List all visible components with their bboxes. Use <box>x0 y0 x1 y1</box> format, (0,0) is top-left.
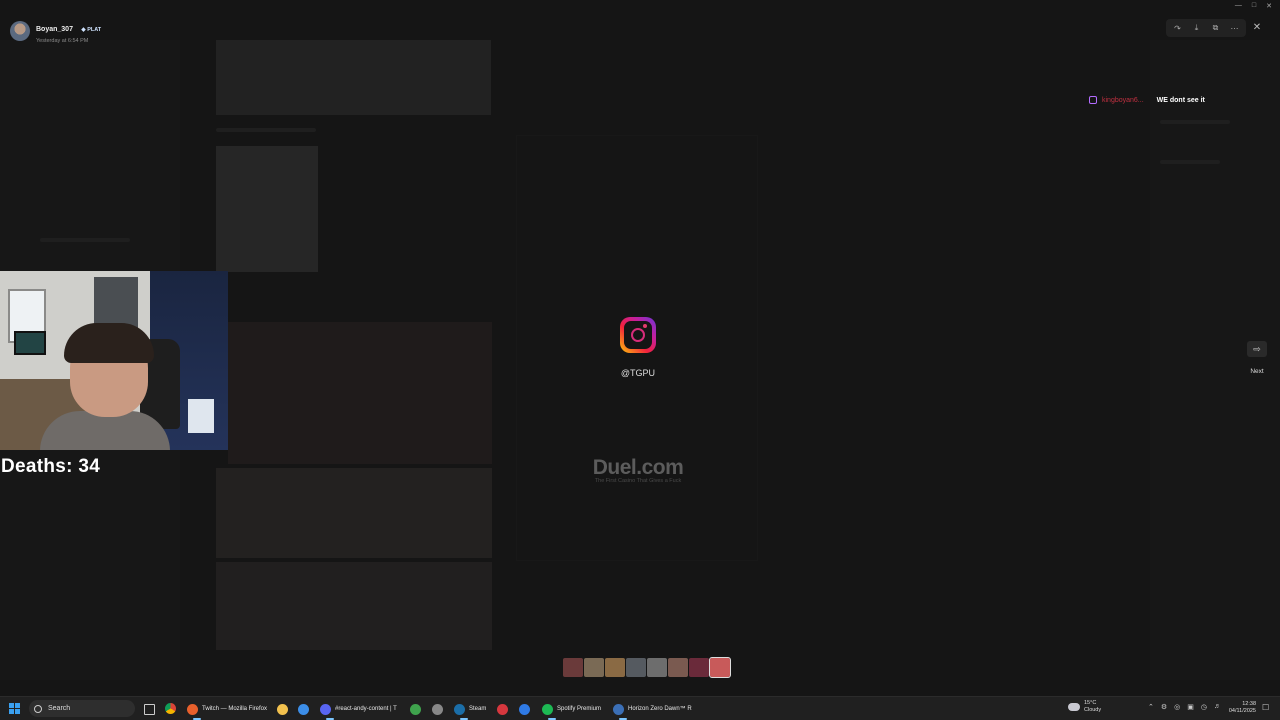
taskbar-clock[interactable]: 12:38 04/11/2025 <box>1222 701 1256 715</box>
taskbar-app[interactable]: Twitch — Mozilla Firefox <box>187 701 268 720</box>
window-close-icon[interactable]: ✕ <box>1266 2 1272 10</box>
deaths-counter: Deaths: 34 <box>1 456 101 477</box>
uploader-name[interactable]: Boyan_307 <box>36 26 73 33</box>
chat-username: kingboyan6... <box>1102 96 1144 104</box>
search-icon <box>34 704 42 713</box>
backdrop-image <box>216 40 491 115</box>
backdrop-text-line <box>40 238 130 242</box>
plat-badge-label: PLAT <box>87 27 102 33</box>
more-icon[interactable]: ⋯ <box>1226 21 1243 35</box>
close-icon[interactable]: ✕ <box>1250 20 1264 34</box>
microphone-icon[interactable]: ◎ <box>1174 703 1180 711</box>
watermark-subtitle: The First Casino That Gives a Fuck <box>594 478 682 484</box>
system-tray: ⌃ ⚙ ◎ ▣ ◷ ♬ <box>1148 703 1221 711</box>
windows-start-icon[interactable] <box>9 703 20 714</box>
filmstrip-thumbnail[interactable] <box>584 658 604 677</box>
plat-badge: ◆ PLAT <box>81 27 102 33</box>
app-icon <box>298 703 309 715</box>
taskbar-app[interactable] <box>497 701 512 717</box>
app-icon <box>454 703 465 715</box>
taskbar-app[interactable]: #react-andy-content | T <box>320 701 397 720</box>
instagram-handle: @TGPU <box>620 368 656 378</box>
backdrop-text-line <box>1160 120 1230 124</box>
app-icon <box>187 703 198 715</box>
media-toolbar: ↷ ⤓ ⧉ ⋯ <box>1166 19 1246 37</box>
app-icon <box>410 703 421 715</box>
chrome-icon[interactable] <box>165 703 176 714</box>
backdrop-image <box>228 322 492 464</box>
app-icon <box>277 703 288 715</box>
filmstrip-thumbnail[interactable] <box>668 658 688 677</box>
taskbar-app[interactable] <box>298 701 313 717</box>
clock-time: 12:38 <box>1242 701 1256 707</box>
app-icon <box>320 703 331 715</box>
taskbar-app[interactable] <box>432 701 447 717</box>
filmstrip-thumbnail[interactable] <box>689 658 709 677</box>
backdrop-right-panel <box>1150 40 1280 680</box>
forward-icon[interactable]: ↷ <box>1169 21 1186 35</box>
chevron-up-icon[interactable]: ⌃ <box>1148 703 1154 711</box>
network-icon[interactable]: ◷ <box>1201 703 1207 711</box>
backdrop-text-line <box>216 128 316 132</box>
maximize-icon[interactable]: □ <box>1252 2 1256 10</box>
filmstrip <box>563 657 731 678</box>
notification-icon[interactable]: ☐ <box>1262 703 1269 712</box>
watermark-title: Duel.com <box>592 456 684 479</box>
backdrop-image <box>216 468 492 558</box>
clock-date: 04/11/2025 <box>1228 708 1256 714</box>
cloudy-icon <box>1068 703 1080 711</box>
taskbar-app-label: Twitch — Mozilla Firefox <box>202 706 268 712</box>
weather-temp: 15°C <box>1084 700 1097 706</box>
backdrop-text-line <box>1160 160 1220 164</box>
chat-badge-icon <box>1089 96 1097 104</box>
search-placeholder: Search <box>48 705 71 712</box>
avatar[interactable] <box>10 21 30 41</box>
tray-app-icon[interactable]: ⚙ <box>1161 703 1167 711</box>
download-icon[interactable]: ⤓ <box>1188 21 1205 35</box>
instagram-icon <box>620 317 656 353</box>
taskbar-app[interactable]: Horizon Zero Dawn™ R <box>613 701 692 720</box>
filmstrip-thumbnail[interactable] <box>647 658 667 677</box>
task-view-icon[interactable] <box>144 704 155 715</box>
uploader-info: Boyan_307 ◆ PLAT Yesterday at 6:54 PM <box>10 18 101 44</box>
taskbar-app-label: Horizon Zero Dawn™ R <box>628 706 692 712</box>
app-icon <box>542 703 553 715</box>
backdrop-image <box>216 146 318 272</box>
app-icon <box>432 703 443 715</box>
chat-overlay-message: kingboyan6... WE dont see it <box>1089 96 1205 104</box>
upload-timestamp: Yesterday at 6:54 PM <box>36 38 89 44</box>
app-icon <box>613 703 624 715</box>
weather-widget[interactable]: 15°C Cloudy <box>1068 700 1101 714</box>
app-icon <box>497 703 508 715</box>
next-button[interactable]: ⇨ <box>1247 341 1267 357</box>
filmstrip-thumbnail[interactable] <box>605 658 625 677</box>
volume-icon[interactable]: ♬ <box>1214 703 1221 711</box>
taskbar-app[interactable] <box>410 701 425 717</box>
taskbar-app-label: Steam <box>469 706 487 712</box>
filmstrip-thumbnail[interactable] <box>626 658 646 677</box>
backdrop-image <box>216 562 492 650</box>
taskbar: Search Twitch — Mozilla Firefox #react-an… <box>0 696 1280 720</box>
filmstrip-thumbnail[interactable] <box>563 658 583 677</box>
minimize-icon[interactable]: — <box>1235 2 1242 10</box>
window-controls: — □ ✕ <box>1235 2 1272 10</box>
taskbar-app-label: Spotify Premium <box>557 706 602 712</box>
weather-condition: Cloudy <box>1084 707 1102 713</box>
taskbar-app[interactable] <box>519 701 534 717</box>
taskbar-app-label: #react-andy-content | T <box>335 706 397 712</box>
app-icon <box>519 703 530 715</box>
chat-text: WE dont see it <box>1156 96 1205 104</box>
next-label: Next <box>1250 368 1264 375</box>
taskbar-search[interactable]: Search <box>29 700 135 717</box>
open-external-icon[interactable]: ⧉ <box>1207 21 1224 35</box>
taskbar-app[interactable] <box>277 701 292 717</box>
taskbar-app[interactable]: Spotify Premium <box>542 701 602 720</box>
display-icon[interactable]: ▣ <box>1187 703 1194 711</box>
taskbar-app[interactable]: Steam <box>454 701 487 720</box>
webcam-overlay <box>0 271 228 450</box>
filmstrip-thumbnail[interactable] <box>709 657 731 678</box>
